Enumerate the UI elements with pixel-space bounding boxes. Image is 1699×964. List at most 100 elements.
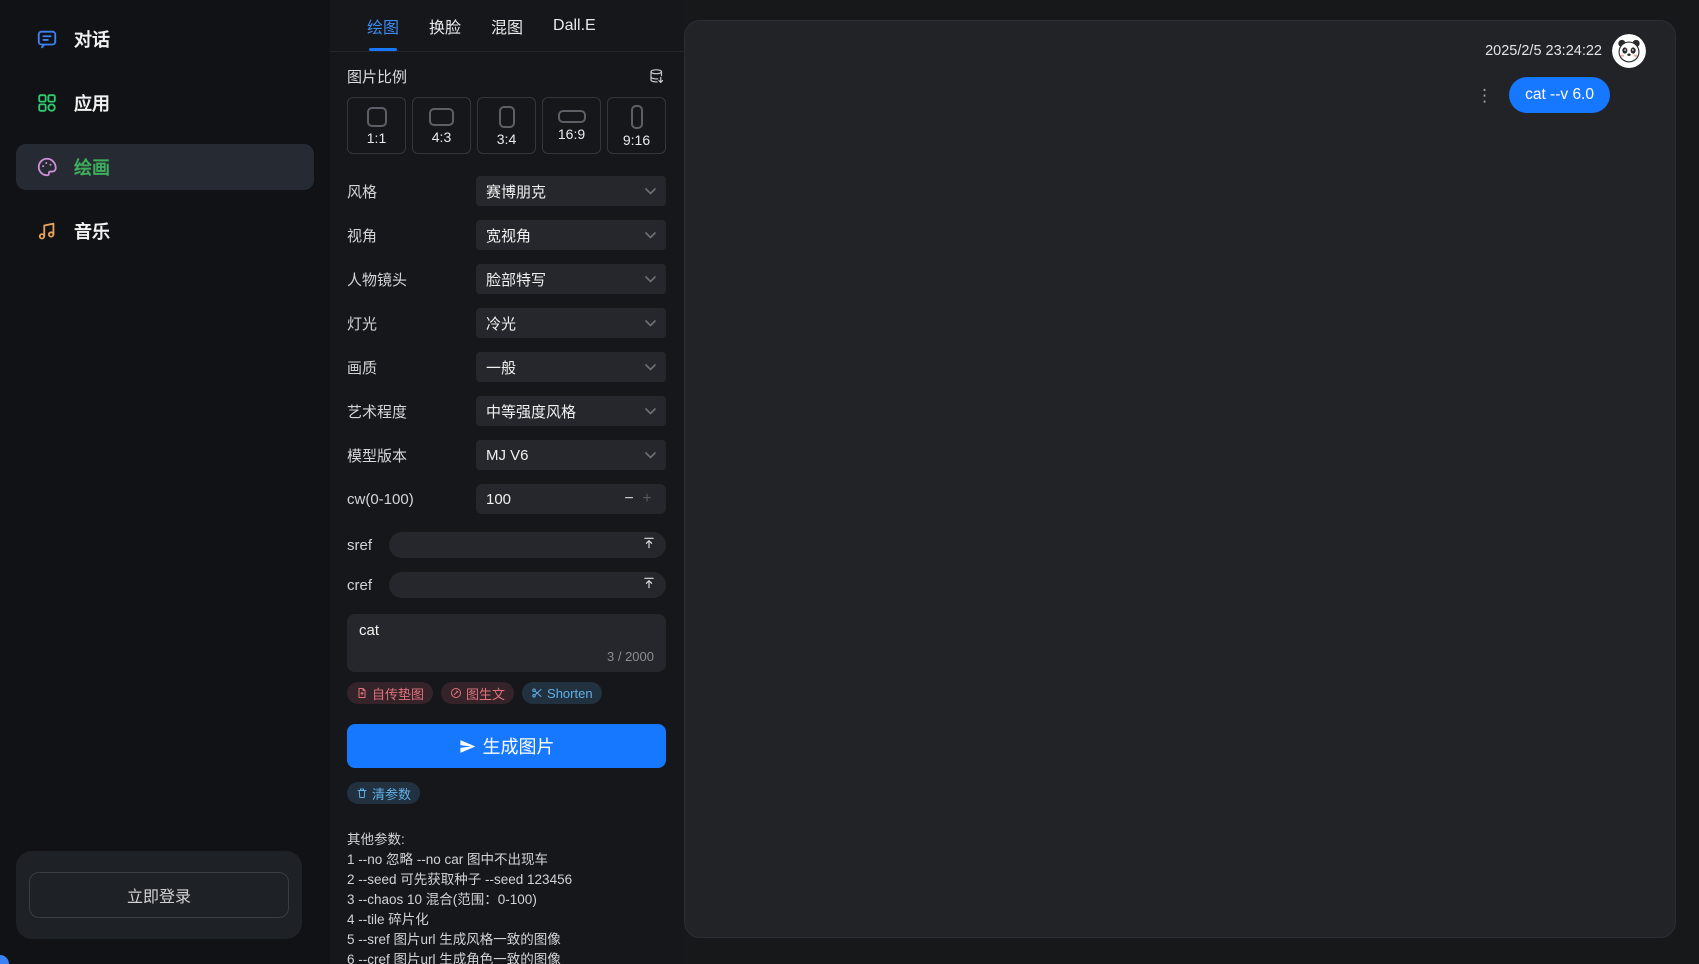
lighting-label: 灯光 <box>347 313 377 334</box>
form-row-model-version: 模型版本 MJ V6 <box>347 440 666 470</box>
login-card: 立即登录 <box>16 851 302 939</box>
help-line: 2 --seed 可先获取种子 --seed 123456 <box>347 870 666 890</box>
form-row-character-shot: 人物镜头 脸部特写 <box>347 264 666 294</box>
ratio-option-3-4[interactable]: 3:4 <box>477 97 536 154</box>
form-row-lighting: 灯光 冷光 <box>347 308 666 338</box>
cw-decrement-button[interactable]: − <box>620 491 638 507</box>
model-version-label: 模型版本 <box>347 445 407 466</box>
view-angle-label: 视角 <box>347 225 377 246</box>
sidebar-item-chat[interactable]: 对话 <box>16 16 314 62</box>
user-message-bubble: cat --v 6.0 <box>1509 77 1610 113</box>
chevron-down-icon <box>645 452 656 459</box>
prompt-tools: 自传垫图 图生文 Shorten <box>347 682 666 704</box>
image-pen-icon <box>450 687 462 699</box>
ratio-shape-icon <box>367 107 387 127</box>
other-params-title: 其他参数: <box>347 830 666 850</box>
ratio-option-1-1[interactable]: 1:1 <box>347 97 406 154</box>
user-avatar <box>1612 34 1646 68</box>
form-row-style: 风格 赛博朋克 <box>347 176 666 206</box>
music-note-icon <box>36 220 58 242</box>
cref-row: cref <box>347 572 666 598</box>
form-row-cw: cw(0-100) 100 − + <box>347 484 666 514</box>
paper-plane-icon <box>459 738 476 755</box>
help-line: 3 --chaos 10 混合(范围：0-100) <box>347 890 666 910</box>
ratio-option-4-3[interactable]: 4:3 <box>412 97 471 154</box>
tab-dalle[interactable]: Dall.E <box>553 0 596 51</box>
view-angle-select[interactable]: 宽视角 <box>476 220 666 250</box>
chat-history: 2025/2/5 23:24:22 ⋮ cat - <box>684 20 1676 938</box>
panel-tabs: 绘图 换脸 混图 Dall.E <box>330 0 684 52</box>
ratio-option-9-16[interactable]: 9:16 <box>607 97 666 154</box>
sidebar-item-label: 对话 <box>74 26 110 52</box>
form-row-artistry: 艺术程度 中等强度风格 <box>347 396 666 426</box>
style-label: 风格 <box>347 181 377 202</box>
sidebar-item-label: 音乐 <box>74 218 110 244</box>
ratio-shape-icon <box>558 110 586 123</box>
tab-face-swap[interactable]: 换脸 <box>429 0 461 51</box>
ratio-option-16-9[interactable]: 16:9 <box>542 97 601 154</box>
clear-params-tag[interactable]: 清参数 <box>347 782 420 804</box>
generate-image-button[interactable]: 生成图片 <box>347 724 666 768</box>
lighting-select[interactable]: 冷光 <box>476 308 666 338</box>
apps-grid-icon <box>36 92 58 114</box>
artistry-select[interactable]: 中等强度风格 <box>476 396 666 426</box>
panda-avatar-icon <box>1612 34 1646 68</box>
upload-icon[interactable] <box>642 576 656 595</box>
tab-draw[interactable]: 绘图 <box>367 0 399 51</box>
tab-blend[interactable]: 混图 <box>491 0 523 51</box>
chevron-down-icon <box>645 408 656 415</box>
ratio-shape-icon <box>429 108 454 126</box>
model-version-select[interactable]: MJ V6 <box>476 440 666 470</box>
cw-value[interactable]: 100 <box>486 491 620 508</box>
document-upload-icon <box>356 687 368 699</box>
app-root: { "sidebar": { "items": [ { "label": "对话… <box>0 0 1699 964</box>
cref-label: cref <box>347 577 375 594</box>
scissors-icon <box>531 687 543 699</box>
sref-upload-input[interactable] <box>389 532 666 558</box>
sref-label: sref <box>347 537 375 554</box>
message-menu-icon[interactable]: ⋮ <box>1476 87 1493 104</box>
cw-stepper[interactable]: 100 − + <box>476 484 666 514</box>
image-to-text-tag[interactable]: 图生文 <box>441 682 514 704</box>
chevron-down-icon <box>645 276 656 283</box>
prompt-textarea[interactable]: cat 3 / 2000 <box>347 614 666 672</box>
sidebar-item-music[interactable]: 音乐 <box>16 208 314 254</box>
shorten-tag[interactable]: Shorten <box>522 682 602 704</box>
sref-row: sref <box>347 532 666 558</box>
character-shot-label: 人物镜头 <box>347 269 407 290</box>
aspect-ratio-options: 1:1 4:3 3:4 16:9 9:16 <box>347 97 666 154</box>
save-preset-icon[interactable] <box>648 68 666 86</box>
help-line: 4 --tile 碎片化 <box>347 910 666 930</box>
upload-pad-image-tag[interactable]: 自传垫图 <box>347 682 433 704</box>
sidebar-item-apps[interactable]: 应用 <box>16 80 314 126</box>
sidebar-item-label: 绘画 <box>74 154 110 180</box>
floating-corner-button[interactable] <box>0 955 9 964</box>
help-line: 5 --sref 图片url 生成风格一致的图像 <box>347 930 666 950</box>
chat-icon <box>36 28 58 50</box>
cref-upload-input[interactable] <box>389 572 666 598</box>
quality-label: 画质 <box>347 357 377 378</box>
sidebar-item-label: 应用 <box>74 90 110 116</box>
chevron-down-icon <box>645 188 656 195</box>
character-shot-select[interactable]: 脸部特写 <box>476 264 666 294</box>
chat-area: 2025/2/5 23:24:22 ⋮ cat - <box>684 0 1699 964</box>
form-row-view-angle: 视角 宽视角 <box>347 220 666 250</box>
quality-select[interactable]: 一般 <box>476 352 666 382</box>
style-select[interactable]: 赛博朋克 <box>476 176 666 206</box>
login-button[interactable]: 立即登录 <box>29 872 289 918</box>
message-row: ⋮ cat --v 6.0 <box>685 77 1646 113</box>
message-meta: 2025/2/5 23:24:22 <box>685 34 1646 68</box>
sidebar: 对话 应用 绘画 音乐 立即登录 <box>0 0 330 964</box>
palette-icon <box>36 156 58 178</box>
prompt-value[interactable]: cat <box>359 622 654 639</box>
sidebar-item-draw[interactable]: 绘画 <box>16 144 314 190</box>
message-timestamp: 2025/2/5 23:24:22 <box>1485 43 1602 59</box>
cw-label: cw(0-100) <box>347 491 414 508</box>
upload-icon[interactable] <box>642 536 656 555</box>
ratio-shape-icon <box>499 106 515 128</box>
trash-icon <box>356 787 368 799</box>
cw-increment-button[interactable]: + <box>638 491 656 507</box>
ratio-section-label: 图片比例 <box>347 66 407 87</box>
help-line: 6 --cref 图片url 生成角色一致的图像 <box>347 950 666 964</box>
artistry-label: 艺术程度 <box>347 401 407 422</box>
